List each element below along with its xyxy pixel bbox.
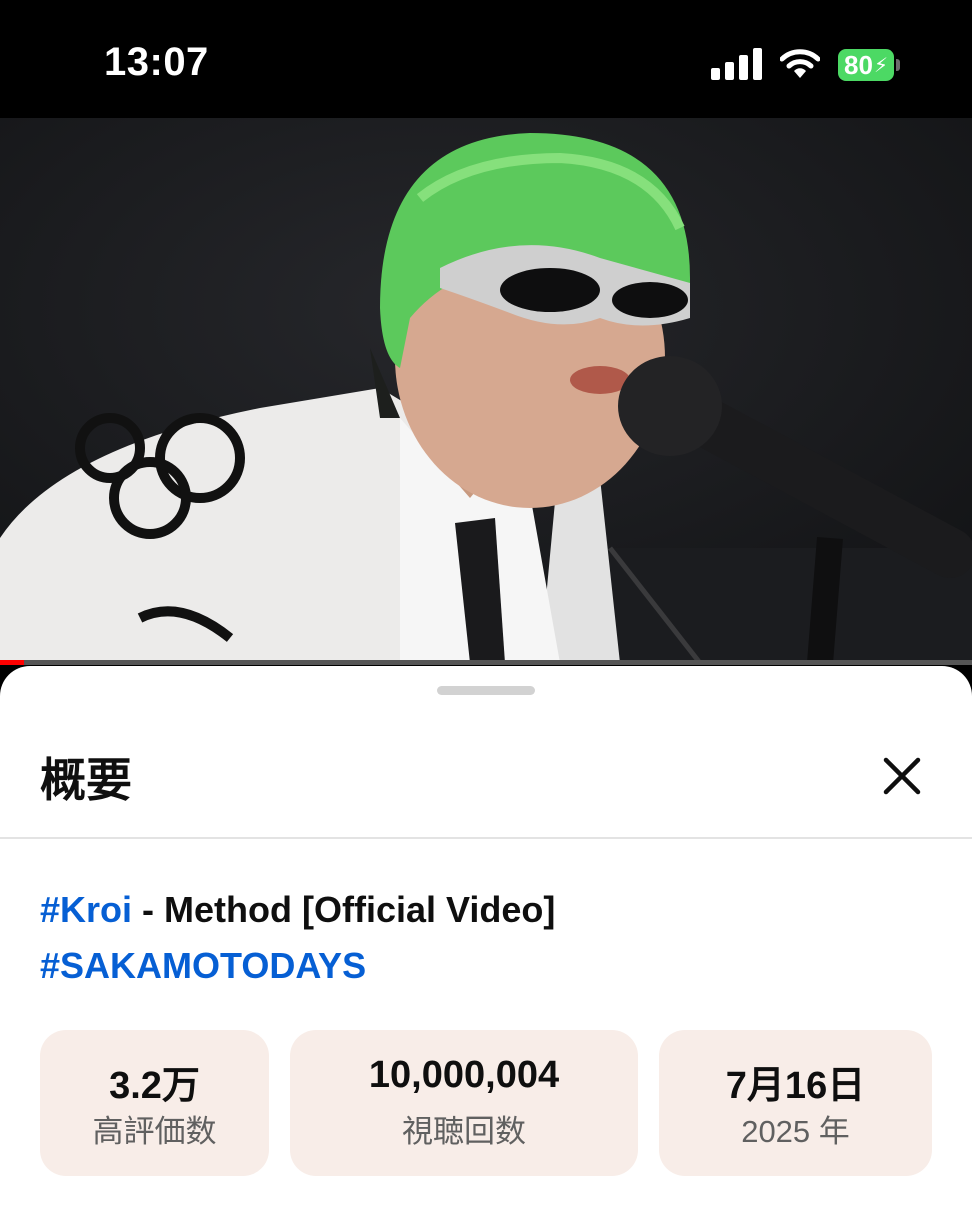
wifi-icon xyxy=(780,49,820,78)
likes-value: 3.2万 xyxy=(109,1065,200,1107)
status-time: 13:07 xyxy=(104,40,209,84)
sheet-drag-handle[interactable] xyxy=(437,686,535,695)
date-year: 2025 年 xyxy=(741,1114,850,1149)
views-stat[interactable]: 10,000,004 視聴回数 xyxy=(290,1030,638,1176)
video-player[interactable] xyxy=(0,118,972,663)
video-progress-fill xyxy=(0,660,25,665)
views-value: 10,000,004 xyxy=(368,1054,560,1096)
video-frame-image xyxy=(0,118,972,663)
sheet-divider xyxy=(0,837,972,839)
date-stat[interactable]: 7月16日 2025 年 xyxy=(659,1030,932,1176)
hashtag-link-kroi[interactable]: #Kroi xyxy=(40,889,132,930)
description-sheet: 概要 #Kroi - Method [Official Video] #SAKA… xyxy=(0,666,972,1226)
sheet-title: 概要 xyxy=(40,754,132,806)
hashtag-link-sakamotodays[interactable]: #SAKAMOTODAYS xyxy=(40,945,366,986)
video-title: #Kroi - Method [Official Video] #SAKAMOT… xyxy=(40,882,940,994)
likes-label: 高評価数 xyxy=(92,1114,217,1149)
status-bar: 13:07 80 ⚡ xyxy=(0,0,972,118)
battery-level: 80 xyxy=(844,49,873,80)
likes-stat[interactable]: 3.2万 高評価数 xyxy=(40,1030,269,1176)
battery-icon: 80 ⚡ xyxy=(838,49,900,81)
close-icon[interactable] xyxy=(878,752,926,800)
views-label: 視聴回数 xyxy=(402,1114,526,1149)
video-title-text: - Method [Official Video] xyxy=(132,889,566,930)
date-value: 7月16日 xyxy=(725,1065,866,1107)
signal-icon xyxy=(711,48,763,80)
video-progress-bar[interactable] xyxy=(0,660,972,665)
